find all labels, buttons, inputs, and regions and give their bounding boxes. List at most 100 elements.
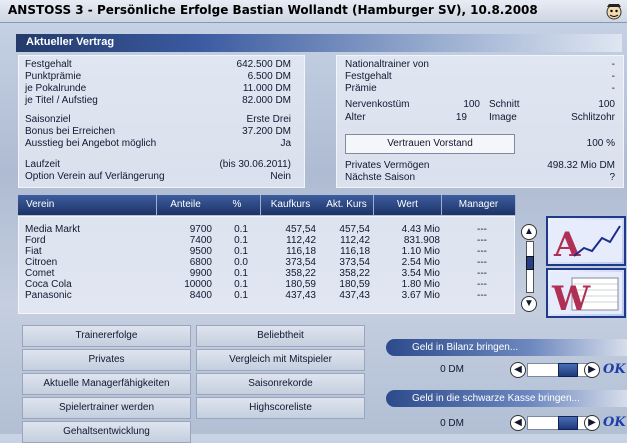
vermoegen-value: 498.32 Mio DM xyxy=(547,160,615,171)
stock-cell: 0.1 xyxy=(234,224,248,235)
stock-cell: --- xyxy=(477,246,487,257)
nerven-label: Nervenkostüm xyxy=(345,99,410,110)
stock-cell: 9500 xyxy=(189,246,212,257)
schwarz-header: Geld in die schwarze Kasse bringen... xyxy=(386,390,627,407)
contract-left-label: Saisonziel xyxy=(25,114,71,125)
scroll-down-button[interactable]: ▼ xyxy=(521,296,537,312)
stock-cell: 358,22 xyxy=(285,268,316,279)
bilanz-right-arrow[interactable]: ▶ xyxy=(584,362,600,378)
bilanz-left-arrow[interactable]: ◀ xyxy=(510,362,526,378)
festgehalt-nt-label: Festgehalt xyxy=(345,71,392,82)
nationaltrainer-label: Nationaltrainer von xyxy=(345,59,429,70)
stock-cell: 9700 xyxy=(189,224,212,235)
schwarz-ok-button[interactable]: OK xyxy=(603,415,626,430)
contract-left-label: Punktprämie xyxy=(25,71,82,82)
left-button-3[interactable]: Spielertrainer werden xyxy=(22,397,191,419)
praemie-value: - xyxy=(611,83,615,94)
saison-value: ? xyxy=(609,172,615,183)
image-value: Schlitzohr xyxy=(571,112,615,123)
schnitt-value: 100 xyxy=(598,99,615,110)
stock-header-1[interactable]: Anteile xyxy=(157,195,215,215)
aktien-chart-button[interactable]: A xyxy=(546,216,626,266)
vertrauen-vorstand-button[interactable]: Vertrauen Vorstand xyxy=(345,134,515,154)
left-button-4[interactable]: Gehaltsentwicklung xyxy=(22,421,191,443)
contract-left-value: 82.000 DM xyxy=(242,95,291,106)
left-button-1[interactable]: Privates xyxy=(22,349,191,371)
stock-cell: Ford xyxy=(25,235,46,246)
schwarz-left-arrow[interactable]: ◀ xyxy=(510,415,526,431)
contract-left-label: Ausstieg bei Angebot möglich xyxy=(25,138,157,149)
stock-header-3[interactable]: Kaufkurs xyxy=(261,195,321,215)
stock-header-2[interactable]: % xyxy=(214,195,261,215)
stock-cell: 0.1 xyxy=(234,246,248,257)
image-label: Image xyxy=(489,112,517,123)
stock-cell: 116,18 xyxy=(340,246,370,257)
left-button-0[interactable]: Trainererfolge xyxy=(22,325,191,347)
stock-cell: 437,43 xyxy=(339,290,370,301)
contract-left-value: Erste Drei xyxy=(246,114,291,125)
stock-chart-icon: A xyxy=(550,220,622,265)
stock-cell: --- xyxy=(477,257,487,268)
scroll-track[interactable] xyxy=(526,241,534,293)
schnitt-label: Schnitt xyxy=(489,99,520,110)
stock-header-0[interactable]: Verein xyxy=(18,195,157,215)
stock-header-6[interactable]: Manager xyxy=(442,195,516,215)
right-button-0[interactable]: Beliebtheit xyxy=(196,325,365,347)
mascot-icon[interactable] xyxy=(605,2,623,20)
stock-cell: 457,54 xyxy=(339,224,370,235)
stock-cell: 112,42 xyxy=(286,235,316,246)
stock-header-4[interactable]: Akt. Kurs xyxy=(320,195,374,215)
bilanz-value: 0 DM xyxy=(440,364,464,375)
stock-cell: 180,59 xyxy=(339,279,370,290)
stock-cell: 3.54 Mio xyxy=(401,268,440,279)
stock-cell: Fiat xyxy=(25,246,42,257)
bilanz-slider-knob[interactable] xyxy=(558,363,578,377)
right-button-3[interactable]: Highscoreliste xyxy=(196,397,365,419)
stock-cell: Coca Cola xyxy=(25,279,72,290)
schwarz-right-arrow[interactable]: ▶ xyxy=(584,415,600,431)
stock-cell: --- xyxy=(477,268,487,279)
wertpapier-button[interactable]: W xyxy=(546,268,626,319)
stock-cell: 0.1 xyxy=(234,268,248,279)
schwarz-slider-knob[interactable] xyxy=(558,416,578,430)
stock-cell: 112,42 xyxy=(340,235,370,246)
bilanz-ok-button[interactable]: OK xyxy=(603,362,626,377)
stock-cell: Citroen xyxy=(25,257,58,268)
contract-left-label: Bonus bei Erreichen xyxy=(25,126,116,137)
stock-cell: 0.1 xyxy=(234,279,248,290)
stock-cell: 437,43 xyxy=(285,290,316,301)
stock-cell: 457,54 xyxy=(285,224,316,235)
praemie-label: Prämie xyxy=(345,83,377,94)
stock-cell: 0.1 xyxy=(234,235,248,246)
nerven-value: 100 xyxy=(463,99,480,110)
stock-cell: 831.908 xyxy=(403,235,440,246)
stock-cell: --- xyxy=(477,279,487,290)
svg-text:W: W xyxy=(551,279,591,316)
contract-left-value: 6.500 DM xyxy=(247,71,291,82)
stock-header-5[interactable]: Wert xyxy=(374,195,442,215)
stock-cell: 4.43 Mio xyxy=(401,224,440,235)
stock-cell: 9900 xyxy=(189,268,212,279)
left-button-2[interactable]: Aktuelle Managerfähigkeiten xyxy=(22,373,191,395)
stock-cell: 6800 xyxy=(189,257,212,268)
festgehalt-nt-value: - xyxy=(611,71,615,82)
stock-cell: 180,59 xyxy=(285,279,316,290)
stock-cell: 2.54 Mio xyxy=(401,257,440,268)
stock-cell: --- xyxy=(477,224,487,235)
right-button-1[interactable]: Vergleich mit Mitspieler xyxy=(196,349,365,371)
contract-left-value: 11.000 DM xyxy=(242,83,291,94)
alter-label: Alter xyxy=(345,112,366,123)
wertpapier-icon: W xyxy=(550,272,622,319)
stock-cell: Panasonic xyxy=(25,290,72,301)
right-button-2[interactable]: Saisonrekorde xyxy=(196,373,365,395)
scroll-up-button[interactable]: ▲ xyxy=(521,224,537,240)
scroll-thumb[interactable] xyxy=(526,256,534,270)
contract-left-label: Festgehalt xyxy=(25,59,72,70)
stock-cell: 373,54 xyxy=(285,257,316,268)
nationaltrainer-value: - xyxy=(611,59,615,70)
contract-left-value: 642.500 DM xyxy=(236,59,291,70)
stock-cell: 1.10 Mio xyxy=(401,246,440,257)
contract-left-value: (bis 30.06.2011) xyxy=(219,159,291,170)
title-bar: ANSTOSS 3 - Persönliche Erfolge Bastian … xyxy=(0,0,627,23)
contract-left-value: Ja xyxy=(280,138,291,149)
